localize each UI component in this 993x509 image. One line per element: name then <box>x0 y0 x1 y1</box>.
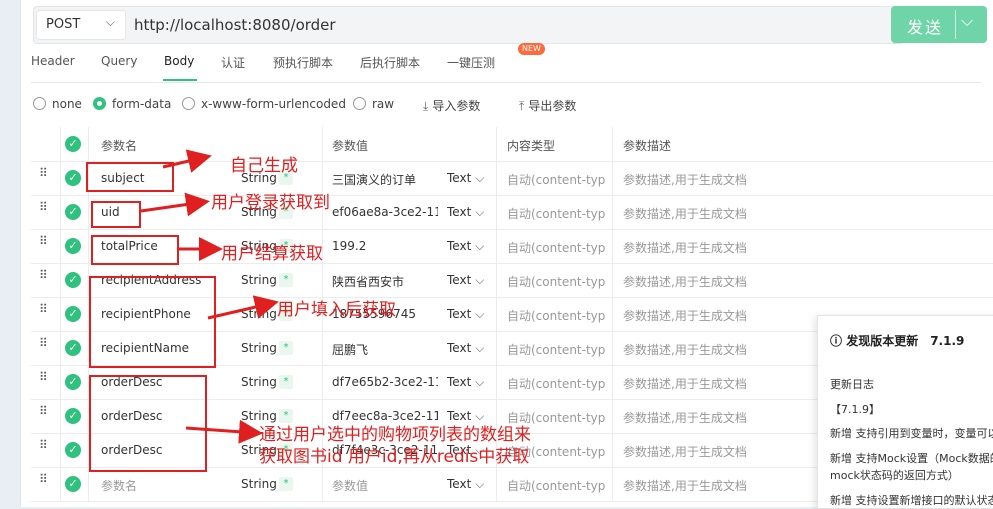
popup-title-text: 发现版本更新 <box>846 334 919 348</box>
info-icon: ⓘ <box>830 334 847 348</box>
annotation-self-generated: 自己生成 <box>230 156 298 176</box>
arrow-self-generated <box>162 149 212 173</box>
annotation-user-input: 用户填入后获取 <box>277 300 396 320</box>
arrow-cart-array <box>185 419 263 444</box>
popup-title: ⓘ 发现版本更新 7.1.9 <box>830 332 964 349</box>
annotation-cart-array-2: 获取图书id 用户id,再从redis中获取 <box>259 447 530 467</box>
popup-version: 7.1.9 <box>930 334 965 348</box>
popup-line: 新增 支持引用到变量时，变量可以随 <box>830 427 993 440</box>
popup-line: 新增 支持Mock设置（Mock数据的 <box>830 452 993 465</box>
arrow-login <box>140 192 210 217</box>
api-request-panel: POST ⌵ http://localhost:8080/order 发送 ⌵ … <box>20 0 993 509</box>
popup-line: 更新日志 <box>830 378 874 391</box>
arrow-user-input <box>207 295 279 320</box>
popup-line: mock状态码的返回方式） <box>830 469 959 482</box>
annotation-checkout: 用户结算获取 <box>221 244 323 264</box>
popup-line: 新增 支持设置新增接口的默认状态 <box>830 494 993 507</box>
update-popup: ⓘ 发现版本更新 7.1.9 更新日志 【7.1.9】 新增 支持引用到变量时，变… <box>817 315 993 509</box>
annotation-login: 用户登录获取到 <box>211 193 330 213</box>
popup-line: 【7.1.9】 <box>830 403 880 416</box>
